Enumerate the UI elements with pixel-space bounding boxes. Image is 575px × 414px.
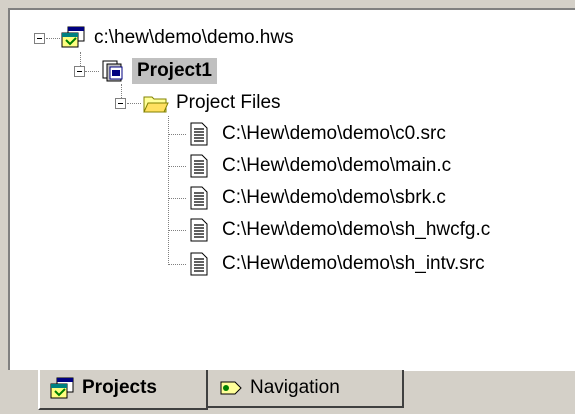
folder-label: Project Files: [176, 92, 281, 113]
tree-node-file[interactable]: C:\Hew\demo\demo\sh_hwcfg.c: [10, 217, 570, 243]
projects-icon: [50, 377, 74, 399]
tree-node-project-files[interactable]: Project Files: [10, 90, 370, 116]
tab-bar: Projects Navigation: [0, 370, 575, 414]
collapse-toggle[interactable]: [115, 98, 126, 109]
file-label: C:\Hew\demo\demo\sh_hwcfg.c: [222, 219, 491, 240]
tree-node-file[interactable]: C:\Hew\demo\demo\c0.src: [10, 121, 570, 147]
project-icon: [102, 60, 123, 82]
document-icon: [190, 252, 208, 276]
tab-navigation-label: Navigation: [250, 377, 340, 398]
document-icon: [190, 122, 208, 146]
collapse-toggle[interactable]: [74, 66, 85, 77]
workspace-label: c:\hew\demo\demo.hws: [94, 27, 294, 48]
tree-node-workspace[interactable]: c:\hew\demo\demo.hws: [10, 25, 370, 51]
tree-node-project[interactable]: Project1: [10, 58, 370, 84]
document-icon: [190, 154, 208, 178]
file-label: C:\Hew\demo\demo\sh_intv.src: [222, 253, 485, 274]
file-label: C:\Hew\demo\demo\main.c: [222, 155, 452, 176]
tree-node-file[interactable]: C:\Hew\demo\demo\sbrk.c: [10, 185, 570, 211]
workspace-icon: [61, 26, 85, 48]
file-label: C:\Hew\demo\demo\c0.src: [222, 123, 446, 144]
folder-open-icon: [143, 96, 169, 113]
tab-bar-empty-area: [404, 370, 575, 409]
tab-projects-label: Projects: [82, 377, 157, 398]
file-label: C:\Hew\demo\demo\sbrk.c: [222, 187, 446, 208]
project-label: Project1: [132, 58, 217, 84]
document-icon: [190, 218, 208, 242]
navigation-icon: [220, 381, 242, 395]
tree-node-file[interactable]: C:\Hew\demo\demo\main.c: [10, 153, 570, 179]
document-icon: [190, 186, 208, 210]
project-tree[interactable]: c:\hew\demo\demo.hws Project1 Project Fi…: [8, 8, 575, 370]
tree-node-file[interactable]: C:\Hew\demo\demo\sh_intv.src: [10, 251, 570, 277]
collapse-toggle[interactable]: [34, 33, 45, 44]
tab-projects[interactable]: Projects: [38, 370, 208, 410]
tab-navigation[interactable]: Navigation: [208, 370, 404, 408]
